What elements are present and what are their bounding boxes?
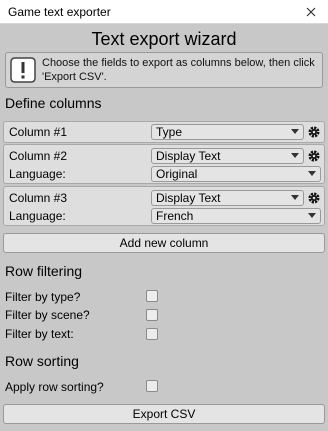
- language-label: Language:: [9, 167, 66, 181]
- chevron-down-icon: [291, 195, 299, 200]
- column-panel-2: Column #2 Display Text Language: Origina…: [3, 144, 325, 184]
- help-text: Choose the fields to export as columns b…: [42, 57, 315, 83]
- wizard-title: Text export wizard: [91, 29, 237, 49]
- gear-icon[interactable]: [307, 149, 321, 163]
- dropdown-value: Display Text: [156, 149, 221, 163]
- filter-text-label: Filter by text:: [5, 327, 74, 341]
- column-panel-3: Column #3 Display Text Language: French: [3, 186, 325, 226]
- wizard-content: Text export wizard Choose the fields to …: [0, 24, 328, 431]
- dropdown-value: Type: [156, 125, 183, 139]
- row-filtering-heading: Row filtering: [5, 263, 83, 279]
- column-label: Column #1: [9, 125, 68, 139]
- column-label: Column #3: [9, 191, 68, 205]
- chevron-down-icon: [308, 213, 316, 218]
- language-dropdown[interactable]: French: [151, 208, 321, 224]
- dropdown-value: French: [156, 209, 194, 223]
- filter-type-label: Filter by type?: [5, 290, 81, 304]
- window-title: Game text exporter: [8, 5, 111, 19]
- dropdown-value: Display Text: [156, 191, 221, 205]
- apply-sorting-checkbox[interactable]: [146, 380, 158, 392]
- add-column-button[interactable]: Add new column: [3, 233, 325, 253]
- gear-icon[interactable]: [307, 191, 321, 205]
- chevron-down-icon: [291, 129, 299, 134]
- column-field-dropdown[interactable]: Display Text: [151, 190, 304, 206]
- filter-text-checkbox[interactable]: [146, 328, 158, 340]
- title-bar: Game text exporter: [0, 0, 328, 24]
- language-label: Language:: [9, 209, 66, 223]
- filter-type-checkbox[interactable]: [146, 290, 158, 302]
- language-dropdown[interactable]: Original: [151, 166, 321, 182]
- filter-scene-label: Filter by scene?: [5, 308, 90, 322]
- dropdown-value: Original: [156, 167, 198, 181]
- chevron-down-icon: [291, 153, 299, 158]
- help-box: Choose the fields to export as columns b…: [5, 52, 323, 88]
- export-csv-button[interactable]: Export CSV: [3, 404, 325, 424]
- column-field-dropdown[interactable]: Type: [151, 124, 304, 140]
- column-field-dropdown[interactable]: Display Text: [151, 148, 304, 164]
- info-icon: [10, 57, 36, 83]
- chevron-down-icon: [308, 171, 316, 176]
- define-columns-heading: Define columns: [5, 95, 102, 111]
- apply-sorting-label: Apply row sorting?: [5, 380, 104, 394]
- close-icon: [306, 7, 316, 17]
- row-sorting-heading: Row sorting: [5, 353, 79, 369]
- column-label: Column #2: [9, 149, 68, 163]
- close-button[interactable]: [294, 0, 328, 24]
- gear-icon[interactable]: [307, 125, 321, 139]
- column-panel-1: Column #1 Type: [3, 121, 325, 143]
- filter-scene-checkbox[interactable]: [146, 309, 158, 321]
